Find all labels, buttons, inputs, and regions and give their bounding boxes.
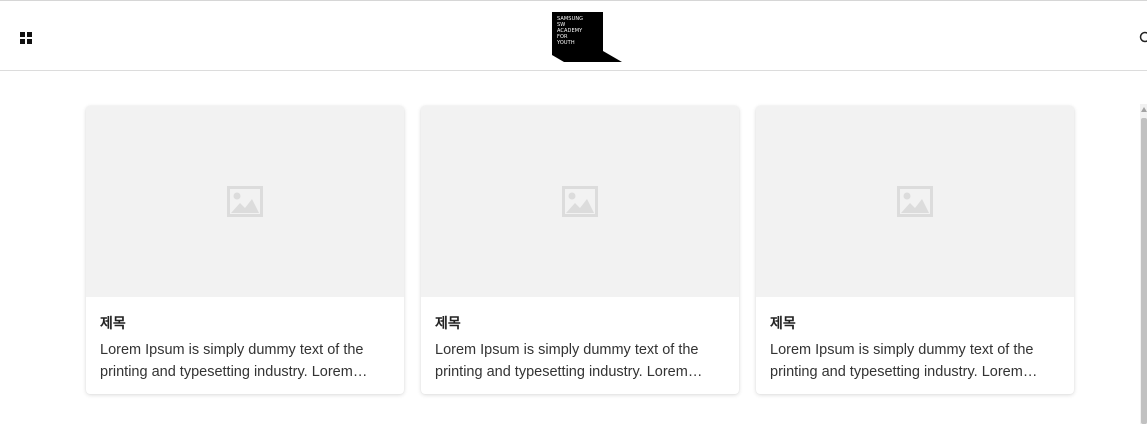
card-description: Lorem Ipsum is simply dummy text of the …	[435, 342, 699, 380]
logo-line: YOUTH	[557, 40, 575, 46]
card-image-placeholder	[86, 106, 404, 297]
card-title: 제목	[435, 316, 461, 332]
card-image-placeholder	[756, 106, 1074, 297]
samsung-sw-academy-logo[interactable]: SAMSUNG SW ACADEMY FOR YOUTH	[552, 12, 622, 62]
card[interactable]: 제목 Lorem Ipsum is simply dummy text of t…	[421, 106, 739, 394]
image-icon	[562, 186, 598, 217]
scroll-up-arrow-icon[interactable]	[1141, 107, 1147, 112]
scrollbar-thumb[interactable]	[1141, 118, 1147, 424]
card-title: 제목	[100, 316, 126, 332]
search-icon[interactable]	[1139, 30, 1147, 44]
card-description: Lorem Ipsum is simply dummy text of the …	[770, 342, 1034, 380]
image-icon	[227, 186, 263, 217]
card[interactable]: 제목 Lorem Ipsum is simply dummy text of t…	[756, 106, 1074, 394]
card[interactable]: 제목 Lorem Ipsum is simply dummy text of t…	[86, 106, 404, 394]
menu-grid-icon[interactable]	[20, 32, 32, 44]
top-navigation-bar: SAMSUNG SW ACADEMY FOR YOUTH	[0, 0, 1147, 71]
card-title: 제목	[770, 316, 796, 332]
logo-text: SAMSUNG SW ACADEMY FOR YOUTH	[557, 16, 603, 46]
card-description: Lorem Ipsum is simply dummy text of the …	[100, 342, 364, 380]
image-icon	[897, 186, 933, 217]
card-image-placeholder	[421, 106, 739, 297]
